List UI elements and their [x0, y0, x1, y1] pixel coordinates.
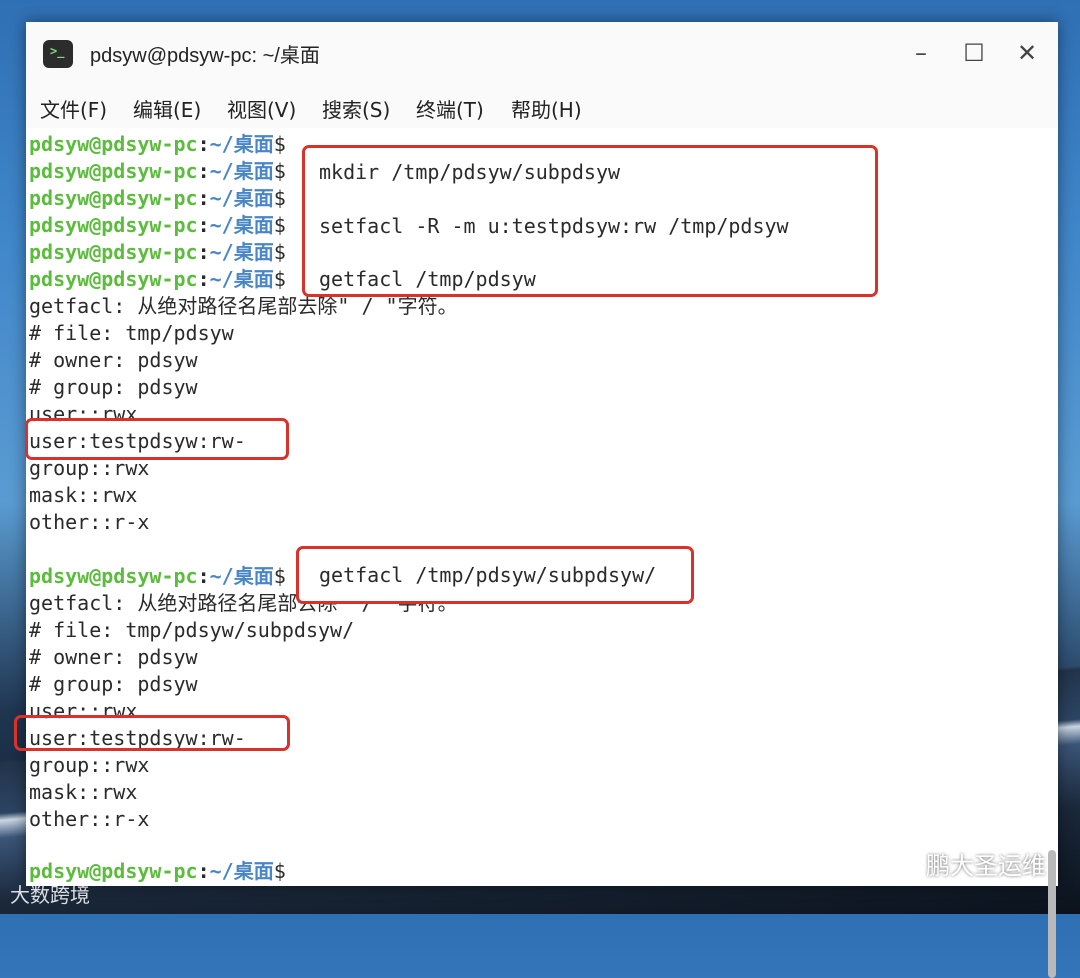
command-getfacl: getfacl /tmp/pdsyw [319, 267, 536, 291]
close-icon[interactable]: ✕ [1010, 36, 1044, 70]
output-line: getfacl: 从绝对路径名尾部去除" / "字符。 [29, 294, 458, 318]
highlight-acl-entry-box [25, 418, 289, 460]
minimize-icon[interactable]: – [904, 36, 938, 70]
command-setfacl: setfacl -R -m u:testpdsyw:rw /tmp/pdsyw [319, 214, 789, 238]
menu-help[interactable]: 帮助(H) [511, 94, 582, 123]
title-bar[interactable]: >_ pdsyw@pdsyw-pc: ~/桌面 – ☐ ✕ [26, 22, 1058, 84]
output-line: # owner: pdsyw [29, 348, 198, 372]
terminal-output[interactable]: pdsyw@pdsyw-pc:~/桌面$ pdsyw@pdsyw-pc:~/桌面… [14, 128, 1058, 978]
prompt-line: pdsyw@pdsyw-pc:~/桌面$ [29, 564, 286, 588]
prompt-line: pdsyw@pdsyw-pc:~/桌面$ [29, 186, 286, 210]
output-line: # group: pdsyw [29, 672, 198, 696]
output-line: # owner: pdsyw [29, 645, 198, 669]
output-line: other::r-x [29, 807, 150, 831]
output-line: # file: tmp/pdsyw [29, 321, 234, 345]
highlight-acl-entry-box [14, 715, 290, 751]
menu-search[interactable]: 搜索(S) [322, 94, 390, 123]
terminal-icon: >_ [43, 40, 73, 68]
command-getfacl-sub: getfacl /tmp/pdsyw/subpdsyw/ [319, 563, 657, 587]
output-line: group::rwx [29, 753, 150, 777]
watermark-left: 大数跨境 [10, 883, 90, 907]
window-title: pdsyw@pdsyw-pc: ~/桌面 [90, 45, 320, 67]
wechat-icon [876, 852, 918, 882]
scrollbar-thumb[interactable] [1048, 850, 1056, 978]
prompt-line: pdsyw@pdsyw-pc:~/桌面$ [29, 213, 286, 237]
watermark: 鹏大圣运维 [876, 846, 1046, 882]
output-line: # group: pdsyw [29, 375, 198, 399]
prompt-line: pdsyw@pdsyw-pc:~/桌面$ [29, 267, 286, 291]
highlight-getfacl-sub-box: getfacl /tmp/pdsyw/subpdsyw/ [296, 546, 694, 604]
menu-bar: 文件(F) 编辑(E) 视图(V) 搜索(S) 终端(T) 帮助(H) [26, 84, 1058, 128]
maximize-icon[interactable]: ☐ [957, 36, 991, 70]
prompt-line: pdsyw@pdsyw-pc:~/桌面$ [29, 240, 286, 264]
menu-terminal[interactable]: 终端(T) [416, 94, 484, 123]
output-line: # file: tmp/pdsyw/subpdsyw/ [29, 618, 355, 642]
command-mkdir: mkdir /tmp/pdsyw/subpdsyw [319, 160, 621, 184]
terminal-window: >_ pdsyw@pdsyw-pc: ~/桌面 – ☐ ✕ 文件(F) 编辑(E… [14, 22, 1058, 978]
menu-edit[interactable]: 编辑(E) [133, 94, 201, 123]
prompt-line: pdsyw@pdsyw-pc:~/桌面$ [29, 159, 286, 183]
output-line: mask::rwx [29, 780, 138, 804]
menu-file[interactable]: 文件(F) [40, 94, 107, 123]
prompt-line: pdsyw@pdsyw-pc:~/桌面$ [29, 132, 286, 156]
output-line: other::r-x [29, 510, 150, 534]
highlight-commands-box: mkdir /tmp/pdsyw/subpdsyw setfacl -R -m … [302, 145, 878, 297]
menu-view[interactable]: 视图(V) [227, 94, 296, 123]
output-line: mask::rwx [29, 483, 138, 507]
